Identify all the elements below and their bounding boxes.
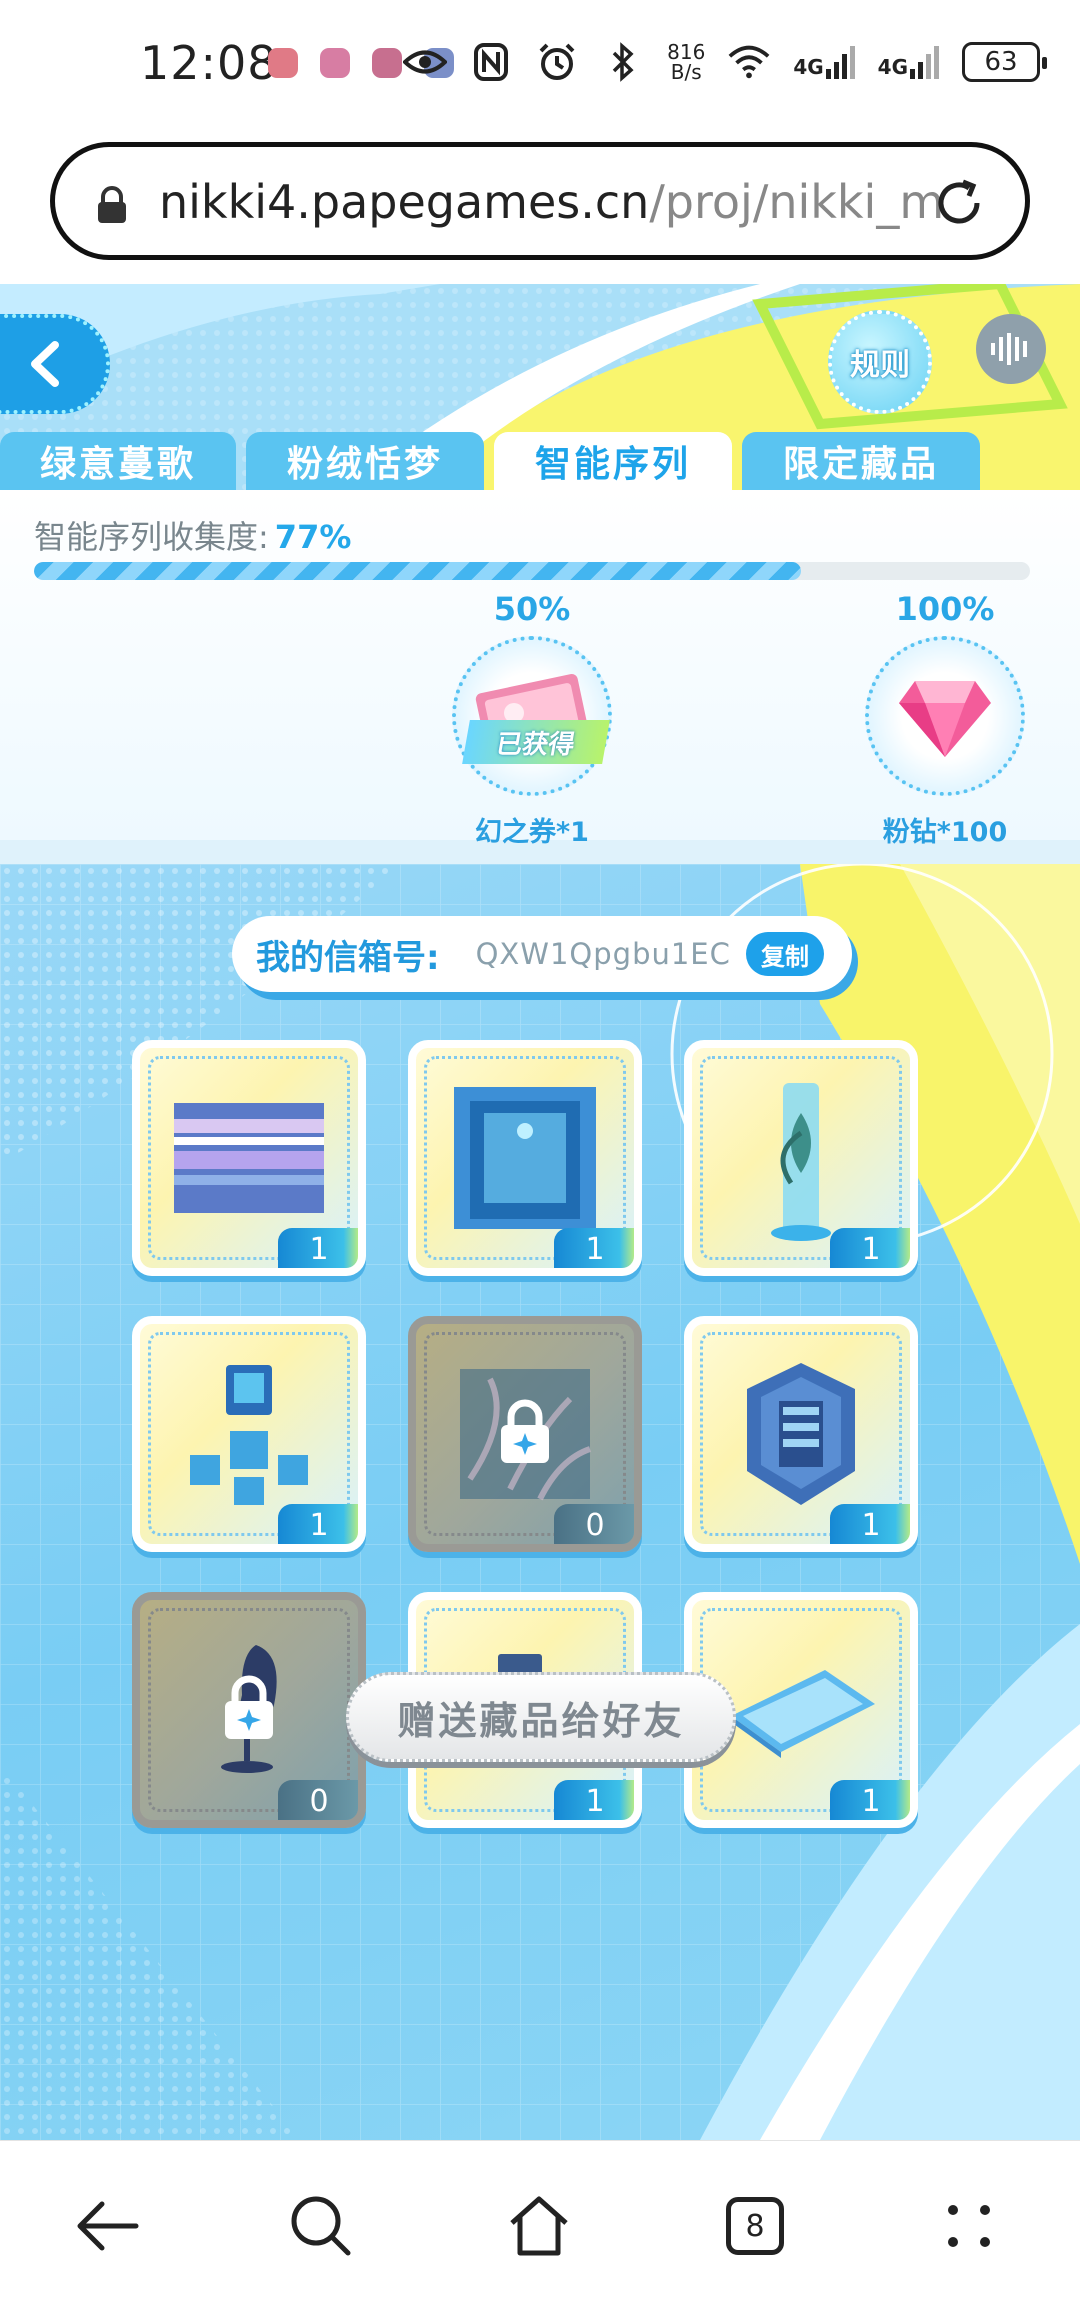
nfc-icon <box>469 40 513 84</box>
tab-green[interactable]: 绿意蔓歌 <box>0 432 236 490</box>
sound-wave-icon <box>991 333 1027 365</box>
address-bar[interactable]: nikki4.papegames.cn/proj/nikki_m <box>50 142 1030 260</box>
progress-bar <box>34 562 1030 580</box>
app-notification-icon <box>320 48 350 78</box>
collection-item[interactable]: 1 <box>132 1040 366 1276</box>
gift-to-friend-button[interactable]: 赠送藏品给好友 <box>346 1672 736 1762</box>
net-speed: 816 B/s <box>667 40 706 84</box>
ticket-reward-icon: 已获得 <box>452 636 612 796</box>
item-count: 1 <box>830 1504 910 1544</box>
sound-toggle-button[interactable] <box>976 314 1046 384</box>
signal-strength-icon: 4G <box>793 45 855 79</box>
status-bar: 12:08 816 B/s 4G 4G 63 <box>0 0 1080 130</box>
item-count: 0 <box>554 1504 634 1544</box>
padlock-icon <box>219 1673 279 1747</box>
more-menu-icon[interactable] <box>924 2181 1014 2271</box>
category-tabs: 绿意蔓歌 粉绒恬梦 智能序列 限定藏品 <box>0 432 1080 490</box>
home-icon[interactable] <box>494 2181 584 2271</box>
item-count: 0 <box>278 1780 358 1820</box>
app-notification-icon <box>268 48 298 78</box>
collection-panel: 我的信箱号: QXW1Qpgbu1EC 复制 1 1 1 1 0 1 0 1 1 <box>0 864 1080 2140</box>
item-count: 1 <box>278 1228 358 1268</box>
item-count: 1 <box>278 1504 358 1544</box>
item-count: 1 <box>554 1780 634 1820</box>
collection-item[interactable]: 1 <box>684 1040 918 1276</box>
search-icon[interactable] <box>276 2181 366 2271</box>
collection-item-locked[interactable]: 0 <box>132 1592 366 1828</box>
battery-indicator: 63 <box>962 42 1047 82</box>
wifi-icon <box>727 40 771 84</box>
screen: 12:08 816 B/s 4G 4G 63 nikki4.papegames.… <box>0 0 1080 2310</box>
tab-smart-sequence[interactable]: 智能序列 <box>494 432 732 490</box>
bluetooth-icon <box>601 40 645 84</box>
progress-fill <box>34 562 801 580</box>
item-count: 1 <box>830 1228 910 1268</box>
collection-item-locked[interactable]: 0 <box>408 1316 642 1552</box>
lock-icon <box>95 185 129 229</box>
alarm-icon <box>535 40 579 84</box>
item-count: 1 <box>554 1228 634 1268</box>
chevron-left-icon <box>31 341 59 387</box>
app-notification-icon <box>372 48 402 78</box>
tab-limited[interactable]: 限定藏品 <box>742 432 980 490</box>
milestone-50[interactable]: 50% 已获得 幻之券*1 <box>442 590 622 849</box>
pink-diamond-icon <box>865 636 1025 796</box>
collection-item[interactable]: 1 <box>684 1316 918 1552</box>
rules-button[interactable]: 规则 <box>828 310 932 414</box>
claimed-badge: 已获得 <box>462 720 610 764</box>
tabs-button[interactable]: 8 <box>710 2181 800 2271</box>
collection-progress-label: 智能序列收集度: 77% <box>34 518 352 556</box>
browser-nav-bar: 8 <box>0 2140 1080 2310</box>
url-text[interactable]: nikki4.papegames.cn/proj/nikki_m <box>159 175 949 229</box>
progress-section: 智能序列收集度: 77% 50% 已获得 幻之券*1 100% 粉钻*100 <box>0 490 1080 848</box>
signal-strength-icon: 4G <box>878 45 940 79</box>
milestone-100[interactable]: 100% 粉钻*100 <box>855 590 1035 849</box>
tab-pink[interactable]: 粉绒恬梦 <box>246 432 484 490</box>
item-count: 1 <box>830 1780 910 1820</box>
eye-icon <box>403 40 448 84</box>
tab-count: 8 <box>726 2197 784 2255</box>
padlock-icon <box>495 1397 555 1471</box>
status-time: 12:08 <box>140 36 278 90</box>
back-arrow-icon[interactable] <box>62 2181 152 2271</box>
back-button[interactable] <box>0 314 110 414</box>
status-icons: 816 B/s 4G 4G 63 <box>403 34 1047 90</box>
collection-item[interactable]: 1 <box>408 1040 642 1276</box>
event-page: 规则 绿意蔓歌 粉绒恬梦 智能序列 限定藏品 智能序列收集度:77% 50% <box>0 284 1080 2140</box>
reload-icon[interactable] <box>929 173 989 237</box>
collection-item[interactable]: 1 <box>132 1316 366 1552</box>
